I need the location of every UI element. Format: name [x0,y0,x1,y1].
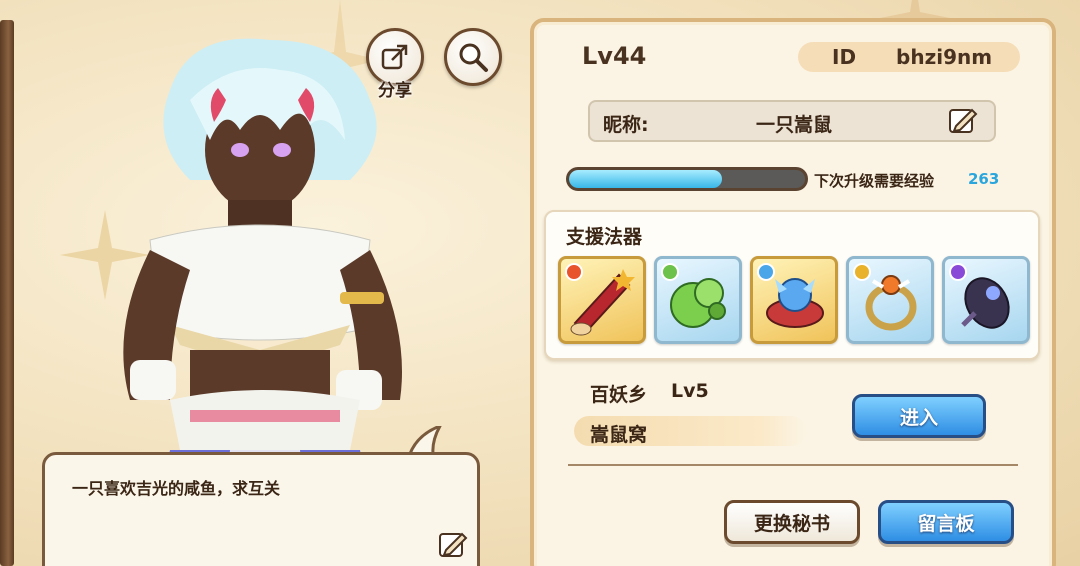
id-label: ID [832,45,857,69]
player-id-badge: ID bhzi9nm [798,42,1020,72]
exp-progress-bar [566,167,808,191]
signature-text: 一只喜欢吉光的咸鱼，求互关 [72,479,281,498]
village-name: 百妖乡 [590,384,648,406]
exp-value: 263 [968,170,1000,188]
support-title: 支援法器 [566,226,643,248]
player-level: Lv44 [582,42,647,70]
exp-label: 下次升级需要经验 [814,172,935,190]
edit-signature-icon[interactable] [438,530,468,560]
change-secretary-button[interactable]: 更换秘书 [724,500,860,544]
village-subname: 嵩鼠窝 [590,424,648,446]
share-icon [381,44,408,70]
message-board-button[interactable]: 留言板 [878,500,1014,544]
wood-element-icon [661,263,679,281]
decorative-pillar [0,20,14,566]
red-scroll-item[interactable] [558,256,646,344]
dark-element-icon [949,263,967,281]
blue-fairy-item[interactable] [750,256,838,344]
divider [568,464,1018,466]
signature-bubble [42,452,480,566]
share-label[interactable]: 分享 [364,76,426,101]
enter-village-button[interactable]: 进入 [852,394,986,438]
metal-element-icon [853,263,871,281]
fire-element-icon [565,263,583,281]
village-level: Lv5 [671,380,709,402]
edit-nickname-icon[interactable] [948,106,978,136]
search-button[interactable] [444,28,502,86]
search-icon [459,43,488,72]
gold-ring-item[interactable] [846,256,934,344]
water-element-icon [757,263,775,281]
dark-orb-item[interactable] [942,256,1030,344]
green-plant-item[interactable] [654,256,742,344]
nickname-value: 一只嵩鼠 [756,114,833,136]
exp-progress-fill [569,170,723,188]
id-value: bhzi9nm [896,45,993,69]
nickname-label: 昵称: [603,114,649,136]
